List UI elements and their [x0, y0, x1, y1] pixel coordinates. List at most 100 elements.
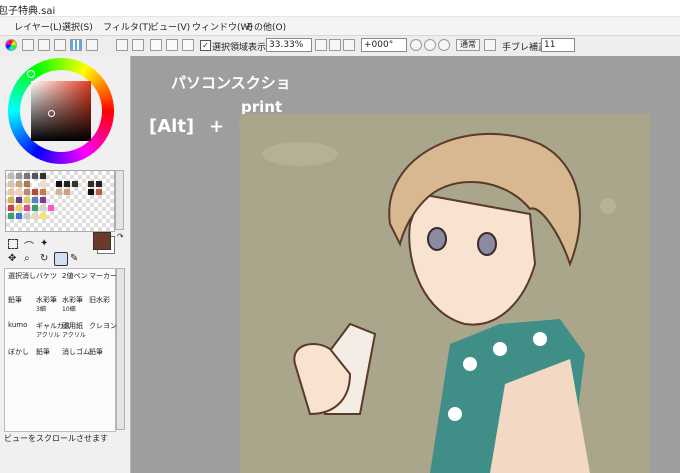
swatches-icon[interactable]	[70, 39, 82, 51]
tool-kumo[interactable]: kumo	[8, 321, 27, 329]
magic-wand-icon[interactable]: ✦	[40, 238, 48, 249]
swatch[interactable]	[16, 181, 22, 187]
color-cursor[interactable]	[48, 110, 55, 117]
zoom-in-icon[interactable]	[329, 39, 341, 51]
move-icon[interactable]: ✥	[8, 253, 16, 264]
swatch[interactable]	[8, 173, 14, 179]
rotate-right-icon[interactable]	[424, 39, 436, 51]
swatch[interactable]	[96, 181, 102, 187]
tool-pencil-3[interactable]: 鉛筆	[89, 347, 103, 357]
zoom-out-icon[interactable]	[315, 39, 327, 51]
rotate-icon[interactable]: ↻	[40, 253, 48, 264]
crop-icon[interactable]	[166, 39, 178, 51]
hsv-slider-icon[interactable]	[38, 39, 50, 51]
tool-pencil[interactable]: 鉛筆	[8, 295, 22, 305]
zoom-icon[interactable]: ⌕	[24, 253, 30, 264]
swatch[interactable]	[8, 213, 14, 219]
swatch[interactable]	[40, 181, 46, 187]
swatch[interactable]	[40, 205, 46, 211]
rotate-left-icon[interactable]	[410, 39, 422, 51]
tool-eraser[interactable]: 消しゴム	[62, 347, 90, 357]
saturation-value-square[interactable]	[31, 81, 91, 141]
tool-grid-scrollbar[interactable]	[116, 268, 125, 430]
selection-display-checkbox[interactable]: ✓	[200, 40, 211, 51]
color-wheel-toggle-icon[interactable]	[5, 39, 17, 51]
scratchpad-icon[interactable]	[86, 39, 98, 51]
title-bar: 包子特典.sai	[0, 0, 680, 17]
swatch[interactable]	[8, 189, 14, 195]
eyedropper-icon[interactable]: ✎	[70, 253, 78, 264]
swatch[interactable]	[72, 181, 78, 187]
zoom-field[interactable]: 33.33%	[266, 38, 312, 52]
swap-colors-icon[interactable]: ↷	[117, 232, 124, 241]
gradation-icon[interactable]	[54, 39, 66, 51]
swatch[interactable]	[96, 189, 102, 195]
stabilizer-select[interactable]: 11	[541, 38, 575, 52]
rect-select-icon[interactable]	[8, 239, 18, 249]
swatch[interactable]	[32, 205, 38, 211]
lasso-icon[interactable]: ⌒	[24, 238, 34, 253]
swatch-scrollbar[interactable]	[115, 170, 124, 230]
menu-layer[interactable]: レイヤー(L)	[14, 20, 62, 33]
swatch[interactable]	[40, 197, 46, 203]
swatch[interactable]	[64, 189, 70, 195]
tool-blur[interactable]: ぼかし	[8, 347, 29, 357]
select-all-icon[interactable]	[132, 39, 144, 51]
deselect-icon[interactable]	[116, 39, 128, 51]
swatch[interactable]	[32, 197, 38, 203]
menu-select[interactable]: 選択(S)	[62, 20, 93, 33]
swatch[interactable]	[24, 189, 30, 195]
swatch[interactable]	[32, 189, 38, 195]
swatch[interactable]	[8, 181, 14, 187]
hand-icon[interactable]	[54, 252, 68, 266]
rotation-field[interactable]: +000°	[361, 38, 407, 52]
tool-watercolor-3-sub: 3細	[36, 306, 46, 313]
rgb-slider-icon[interactable]	[22, 39, 34, 51]
swatch[interactable]	[40, 173, 46, 179]
tool-binary-pen[interactable]: 2値ペン	[62, 271, 87, 281]
zoom-reset-icon[interactable]	[343, 39, 355, 51]
swatch[interactable]	[8, 197, 14, 203]
swatch-palette[interactable]	[5, 170, 115, 232]
swatch[interactable]	[24, 197, 30, 203]
tool-bucket[interactable]: バケツ	[36, 271, 57, 281]
swatch[interactable]	[16, 205, 22, 211]
swatch[interactable]	[56, 181, 62, 187]
swatch[interactable]	[88, 181, 94, 187]
swatch[interactable]	[24, 181, 30, 187]
flip-icon[interactable]	[484, 39, 496, 51]
clear-selection-icon[interactable]	[182, 39, 194, 51]
swatch[interactable]	[8, 205, 14, 211]
swatch[interactable]	[24, 173, 30, 179]
tool-old-watercolor[interactable]: 旧水彩	[89, 295, 110, 305]
swatch[interactable]	[16, 173, 22, 179]
menu-view[interactable]: ビュー(V)	[150, 20, 190, 33]
swatch[interactable]	[64, 181, 70, 187]
swatch[interactable]	[16, 213, 22, 219]
swatch[interactable]	[16, 189, 22, 195]
tool-pencil-2[interactable]: 鉛筆	[36, 347, 50, 357]
menu-other[interactable]: その他(O)	[245, 20, 286, 33]
tool-deselect[interactable]: 選択消し	[8, 271, 36, 281]
tool-crayon[interactable]: クレヨン	[89, 321, 117, 331]
rotate-reset-icon[interactable]	[438, 39, 450, 51]
swatch[interactable]	[16, 197, 22, 203]
tool-marker[interactable]: マーカー	[89, 271, 117, 281]
swatch[interactable]	[40, 213, 46, 219]
menu-window[interactable]: ウィンドウ(W)	[192, 20, 253, 33]
swatch[interactable]	[24, 213, 30, 219]
menu-filter[interactable]: フィルタ(T)	[103, 20, 151, 33]
hue-cursor[interactable]	[27, 70, 35, 78]
tool-watercolor-10-sub: 10細	[62, 306, 76, 313]
swatch[interactable]	[24, 205, 30, 211]
swatch[interactable]	[56, 189, 62, 195]
swatch[interactable]	[32, 173, 38, 179]
swatch[interactable]	[40, 189, 46, 195]
main-color-swatch[interactable]	[93, 232, 111, 250]
blend-mode-button[interactable]: 通常	[456, 39, 480, 51]
swatch[interactable]	[32, 213, 38, 219]
swatch[interactable]	[48, 205, 54, 211]
invert-selection-icon[interactable]	[150, 39, 162, 51]
swatch[interactable]	[32, 181, 38, 187]
swatch[interactable]	[88, 189, 94, 195]
